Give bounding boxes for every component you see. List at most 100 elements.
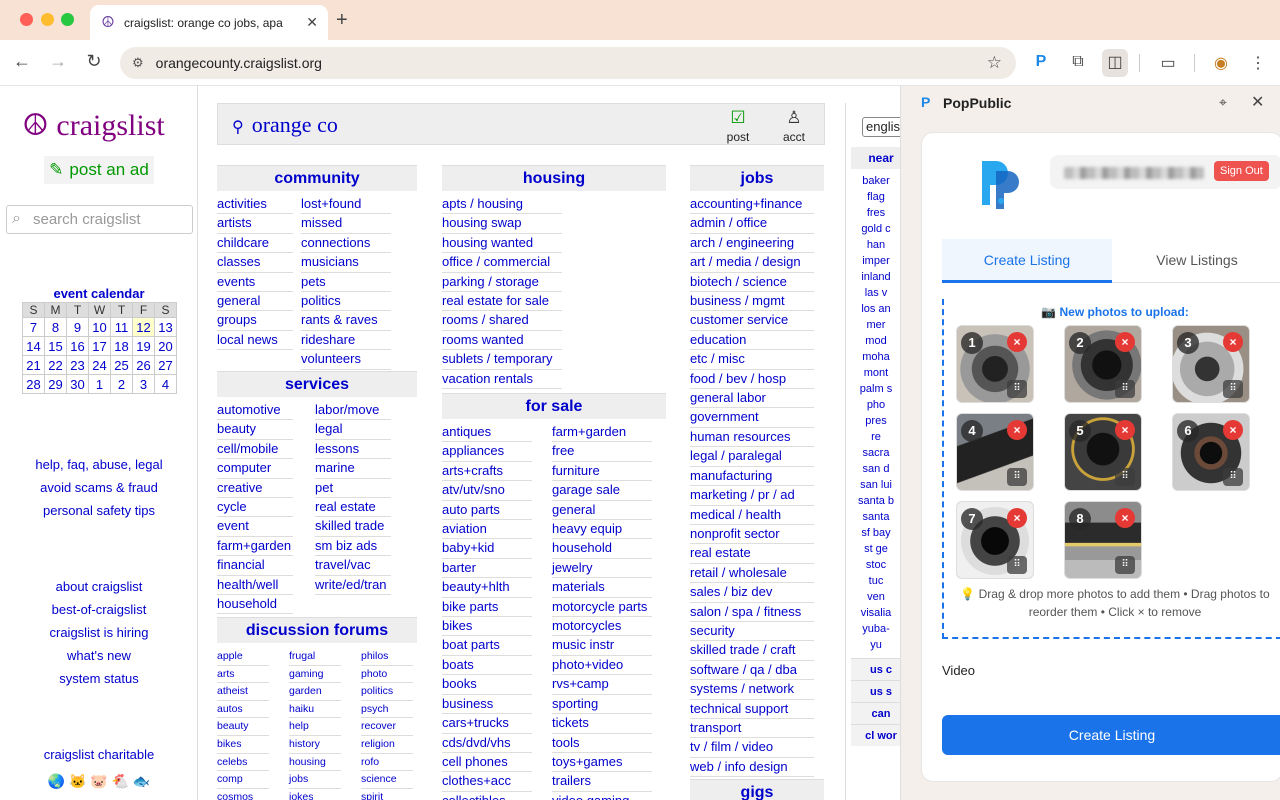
jobs-link[interactable]: manufacturing — [690, 467, 814, 487]
community-link[interactable]: classes — [217, 253, 293, 273]
drag-handle-icon[interactable]: ⠿ — [1007, 556, 1027, 574]
about-link[interactable]: about craigslist — [0, 575, 198, 598]
jobs-link[interactable]: admin / office — [690, 214, 814, 234]
services-link[interactable]: legal — [315, 420, 391, 440]
calendar-day[interactable]: 24 — [88, 355, 111, 375]
for-sale-link[interactable]: beauty+hlth — [442, 578, 532, 598]
calendar-day[interactable]: 19 — [132, 336, 155, 356]
reload-icon[interactable]: ↻ — [82, 51, 106, 72]
photo-thumbnail[interactable]: 7 × ⠿ — [956, 501, 1034, 579]
for-sale-link[interactable]: business — [442, 695, 532, 715]
forum-link[interactable]: recover — [361, 718, 413, 736]
close-window-button[interactable] — [20, 13, 33, 26]
photo-thumbnail[interactable]: 4 × ⠿ — [956, 413, 1034, 491]
for-sale-link[interactable]: bikes — [442, 617, 532, 637]
for-sale-link[interactable]: jewelry — [552, 559, 652, 579]
jobs-link[interactable]: salon / spa / fitness — [690, 603, 814, 622]
calendar-day[interactable]: 12 — [132, 317, 155, 337]
drag-handle-icon[interactable]: ⠿ — [1223, 468, 1243, 486]
gigs-heading[interactable]: gigs — [690, 779, 824, 800]
for-sale-link[interactable]: furniture — [552, 462, 652, 482]
unpin-icon[interactable]: ⌖ — [1219, 94, 1227, 111]
jobs-link[interactable]: general labor — [690, 389, 814, 409]
for-sale-link[interactable]: arts+crafts — [442, 462, 532, 482]
for-sale-link[interactable]: boats — [442, 656, 532, 676]
menu-icon[interactable]: ⋮ — [1247, 53, 1269, 73]
us-states-link[interactable]: us s — [851, 680, 900, 702]
nearby-link[interactable]: pho — [846, 397, 900, 413]
nearby-link[interactable]: moha — [846, 349, 900, 365]
charitable-link[interactable]: craigslist charitable — [0, 743, 198, 766]
forum-link[interactable]: help — [289, 718, 341, 736]
housing-link[interactable]: apts / housing — [442, 195, 562, 215]
jobs-link[interactable]: business / mgmt — [690, 292, 814, 312]
services-link[interactable]: financial — [217, 556, 293, 576]
nearby-link[interactable]: fres — [846, 205, 900, 221]
services-link[interactable]: labor/move — [315, 401, 391, 421]
calendar-day[interactable]: 29 — [44, 374, 67, 394]
calendar-day[interactable]: 28 — [22, 374, 45, 394]
community-link[interactable]: rants & raves — [301, 311, 391, 331]
craigslist-logo[interactable]: ☮ craigslist — [22, 108, 165, 143]
for-sale-link[interactable]: photo+video — [552, 656, 652, 676]
maximize-window-button[interactable] — [61, 13, 74, 26]
for-sale-link[interactable]: sporting — [552, 695, 652, 715]
forum-link[interactable]: autos — [217, 701, 269, 719]
forum-link[interactable]: garden — [289, 683, 341, 701]
for-sale-link[interactable]: tickets — [552, 714, 652, 734]
housing-link[interactable]: rooms wanted — [442, 331, 562, 351]
for-sale-link[interactable]: antiques — [442, 423, 532, 443]
calendar-day[interactable]: 17 — [88, 336, 111, 356]
calendar-day[interactable]: 7 — [22, 317, 45, 337]
drag-handle-icon[interactable]: ⠿ — [1007, 380, 1027, 398]
forum-link[interactable]: frugal — [289, 648, 341, 666]
sign-out-button[interactable]: Sign Out — [1214, 161, 1269, 181]
housing-link[interactable]: vacation rentals — [442, 370, 562, 390]
tab-view-listings[interactable]: View Listings — [1112, 239, 1280, 283]
cl-worldwide-link[interactable]: cl wor — [851, 724, 900, 746]
forward-icon[interactable]: → — [46, 51, 70, 72]
for-sale-link[interactable]: tools — [552, 734, 652, 753]
services-link[interactable]: lessons — [315, 440, 391, 460]
forum-link[interactable]: comp — [217, 771, 269, 789]
for-sale-link[interactable]: cds/dvd/vhs — [442, 734, 532, 753]
help-link[interactable]: avoid scams & fraud — [0, 476, 198, 499]
forum-link[interactable]: bikes — [217, 736, 269, 754]
forum-link[interactable]: history — [289, 736, 341, 754]
calendar-day[interactable]: 15 — [44, 336, 67, 356]
photo-dropzone[interactable]: 📷 New photos to upload: 1 × ⠿ 2 × ⠿ 3 × ⠿ 4 × ⠿ 5 × ⠿ 6… — [942, 299, 1280, 639]
forum-link[interactable]: philos — [361, 648, 413, 666]
community-link[interactable]: activities — [217, 195, 293, 215]
bookmark-star-icon[interactable]: ☆ — [987, 53, 1002, 73]
services-link[interactable]: marine — [315, 459, 391, 479]
for-sale-link[interactable]: video gaming — [552, 792, 652, 800]
community-link[interactable]: general — [217, 292, 293, 312]
nearby-link[interactable]: mod — [846, 333, 900, 349]
calendar-day[interactable]: 8 — [44, 317, 67, 337]
nearby-link[interactable]: santa — [846, 509, 900, 525]
post-button[interactable]: ☑ post — [718, 108, 758, 144]
services-link[interactable]: health/well — [217, 576, 293, 596]
community-link[interactable]: local news — [217, 331, 293, 351]
drag-handle-icon[interactable]: ⠿ — [1115, 468, 1135, 486]
nearby-link[interactable]: sacra — [846, 445, 900, 461]
calendar-day[interactable]: 2 — [110, 374, 133, 394]
side-panel-icon[interactable]: ◫ — [1102, 49, 1128, 77]
nearby-link[interactable]: mer — [846, 317, 900, 333]
calendar-day[interactable]: 21 — [22, 355, 45, 375]
poppublic-extension-icon[interactable]: P — [1030, 53, 1052, 71]
drag-handle-icon[interactable]: ⠿ — [1223, 380, 1243, 398]
event-calendar-title[interactable]: event calendar — [22, 286, 176, 301]
forum-link[interactable]: cosmos — [217, 789, 269, 800]
jobs-link[interactable]: human resources — [690, 428, 814, 448]
tab-search-icon[interactable]: ▭ — [1157, 53, 1179, 73]
nearby-link[interactable]: palm s — [846, 381, 900, 397]
drag-handle-icon[interactable]: ⠿ — [1115, 556, 1135, 574]
services-link[interactable]: automotive — [217, 401, 293, 421]
remove-photo-icon[interactable]: × — [1115, 332, 1135, 352]
for-sale-link[interactable]: aviation — [442, 520, 532, 540]
minimize-window-button[interactable] — [41, 13, 54, 26]
photo-thumbnail[interactable]: 8 × ⠿ — [1064, 501, 1142, 579]
services-heading[interactable]: services — [217, 371, 417, 397]
forum-link[interactable]: gaming — [289, 666, 341, 684]
